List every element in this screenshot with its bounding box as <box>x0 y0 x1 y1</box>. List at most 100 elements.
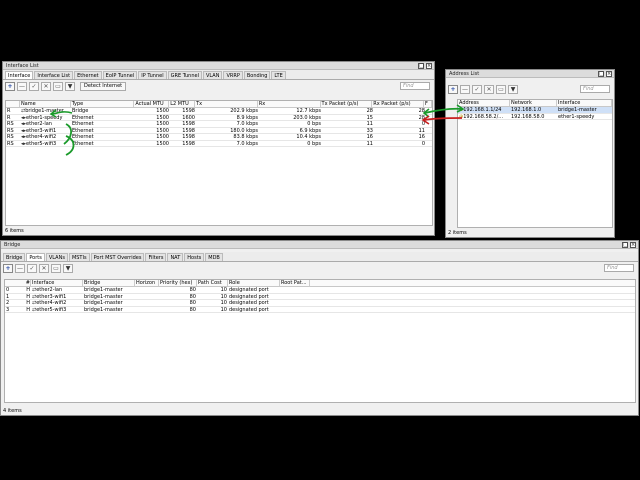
tab-nat[interactable]: NAT <box>167 253 184 261</box>
column-header[interactable]: Interface <box>31 280 83 286</box>
table-row[interactable]: 3 H ⇄ether5-wifi3 bridge1-master 80 10 designa… <box>5 307 635 313</box>
bridge-titlebar[interactable]: Bridge □ × <box>1 241 638 249</box>
enable-icon[interactable]: ✓ <box>27 263 37 273</box>
cell-type: Ethernet <box>72 134 94 140</box>
interface-list-titlebar[interactable]: Interface List □ × <box>3 62 434 70</box>
column-header[interactable]: Rx <box>258 101 321 107</box>
bridge-tabs: Bridge Ports VLANs MSTIs Port MST Overrides F… <box>1 252 638 262</box>
filter-icon[interactable]: ▼ <box>63 263 73 273</box>
cell-number: 1H <box>5 294 31 299</box>
cell-role: designated port <box>229 293 269 299</box>
filter-icon[interactable]: ▼ <box>65 81 75 91</box>
tab-eoip-tunnel[interactable]: EoIP Tunnel <box>102 71 138 79</box>
port-interface: ether3-wifi1 <box>36 293 67 300</box>
filter-icon[interactable]: ▼ <box>508 84 518 94</box>
close-icon[interactable]: × <box>630 242 636 248</box>
tab-interface-list[interactable]: Interface List <box>34 71 74 79</box>
tab-mstis[interactable]: MSTIs <box>68 253 90 261</box>
column-header[interactable]: Actual MTU <box>134 101 170 107</box>
enable-icon[interactable]: ✓ <box>472 84 482 94</box>
tab-hosts[interactable]: Hosts <box>184 253 205 261</box>
disable-icon[interactable]: ✕ <box>484 84 494 94</box>
column-header[interactable]: Rx Packet (p/s) <box>372 101 425 107</box>
column-header[interactable]: Priority (hex) <box>159 280 197 286</box>
cell-root-path <box>280 300 310 306</box>
column-header[interactable]: Bridge <box>83 280 135 286</box>
interface-list-title: Interface List <box>6 63 39 69</box>
cell-txp: 33 <box>366 127 373 133</box>
cell-txp: 16 <box>366 134 373 140</box>
tab-gre-tunnel[interactable]: GRE Tunnel <box>167 71 202 79</box>
tab-mdb[interactable]: MDB <box>205 253 223 261</box>
column-header[interactable]: Horizon <box>135 280 159 286</box>
interface-name: ether3-wifi1 <box>26 127 57 134</box>
disable-icon[interactable]: ✕ <box>41 81 51 91</box>
tab-vrrp[interactable]: VRRP <box>223 71 243 79</box>
add-icon[interactable]: + <box>3 263 13 273</box>
tab-vlans[interactable]: VLANs <box>45 253 68 261</box>
tab-interface[interactable]: Interface <box>5 71 34 79</box>
enable-icon[interactable]: ✓ <box>29 81 39 91</box>
address-list-toolbar: + — ✓ ✕ ▭ ▼ Find <box>446 83 614 95</box>
disable-icon[interactable]: ✕ <box>39 263 49 273</box>
tab-filters[interactable]: Filters <box>145 253 167 261</box>
cell-rx: 10.4 kbps <box>296 134 321 140</box>
close-icon[interactable]: × <box>426 63 432 69</box>
remove-icon[interactable]: — <box>15 263 25 273</box>
column-header[interactable]: Interface <box>557 100 612 106</box>
cell-address: ⊕192.168.58.2/... <box>458 114 510 120</box>
cell-flag: RS <box>7 121 14 127</box>
add-icon[interactable]: + <box>448 84 458 94</box>
address-list-titlebar[interactable]: Address List □ × <box>446 70 614 78</box>
interface-name: ether1-speedy <box>26 114 63 121</box>
find-input[interactable]: Find <box>400 82 430 90</box>
bridge-window: Bridge □ × Bridge Ports VLANs MSTIs Port MST… <box>0 240 639 416</box>
column-header[interactable]: Network <box>510 100 557 106</box>
cell-flag: RS <box>7 134 14 140</box>
column-header[interactable] <box>6 101 20 107</box>
table-row[interactable]: RS ◂▸ether5-wifi3 Ethernet 1500 1598 7.0 kbps… <box>6 141 432 147</box>
table-row[interactable]: ⊕192.168.58.2/... 192.168.58.0 ether1-spee… <box>458 114 612 120</box>
tab-lte[interactable]: LTE <box>271 71 286 79</box>
tab-ethernet[interactable]: Ethernet <box>74 71 102 79</box>
cell-role: designated port <box>229 287 269 293</box>
cell-tx: 83.8 kbps <box>233 134 258 140</box>
tab-ports[interactable]: Ports <box>26 253 45 261</box>
maximize-icon[interactable]: □ <box>598 71 604 77</box>
column-header[interactable]: Type <box>71 101 135 107</box>
column-header[interactable]: Path Cost <box>197 280 228 286</box>
column-header[interactable]: Tx <box>195 101 258 107</box>
cell-mtu: 1500 <box>156 134 169 140</box>
comment-icon[interactable]: ▭ <box>53 81 63 91</box>
remove-icon[interactable]: — <box>17 81 27 91</box>
cell-name: ◂▸ether1-speedy <box>20 115 71 121</box>
interface-table: Name Type Actual MTU L2 MTU Tx Rx Tx Packet (p… <box>5 100 433 226</box>
comment-icon[interactable]: ▭ <box>51 263 61 273</box>
column-header[interactable]: Root Pat... <box>280 280 310 286</box>
tab-vlan[interactable]: VLAN <box>202 71 223 79</box>
close-icon[interactable]: × <box>606 71 612 77</box>
tab-ip-tunnel[interactable]: IP Tunnel <box>138 71 167 79</box>
remove-icon[interactable]: — <box>460 84 470 94</box>
column-header[interactable]: F <box>424 101 432 107</box>
comment-icon[interactable]: ▭ <box>496 84 506 94</box>
tab-port-mst-overrides[interactable]: Port MST Overrides <box>90 253 145 261</box>
add-icon[interactable]: + <box>5 81 15 91</box>
cell-l2mtu: 1598 <box>182 127 195 133</box>
column-header[interactable]: Name <box>20 101 71 107</box>
column-header[interactable]: Tx Packet (p/s) <box>321 101 373 107</box>
column-header[interactable]: L2 MTU <box>169 101 196 107</box>
cell-path-cost: 10 <box>220 287 227 293</box>
maximize-icon[interactable]: □ <box>622 242 628 248</box>
column-header[interactable]: # <box>5 280 31 286</box>
cell-number: 3H <box>5 307 31 312</box>
cell-network: 192.168.1.0 <box>511 107 542 113</box>
column-header[interactable]: Role <box>228 280 280 286</box>
tab-bridge[interactable]: Bridge <box>3 253 26 261</box>
column-header[interactable]: Address <box>458 100 510 106</box>
tab-bonding[interactable]: Bonding <box>243 71 271 79</box>
find-input[interactable]: Find <box>604 264 634 272</box>
maximize-icon[interactable]: □ <box>418 63 424 69</box>
find-input[interactable]: Find <box>580 85 610 93</box>
detect-internet-button[interactable]: Detect Internet <box>80 81 127 91</box>
